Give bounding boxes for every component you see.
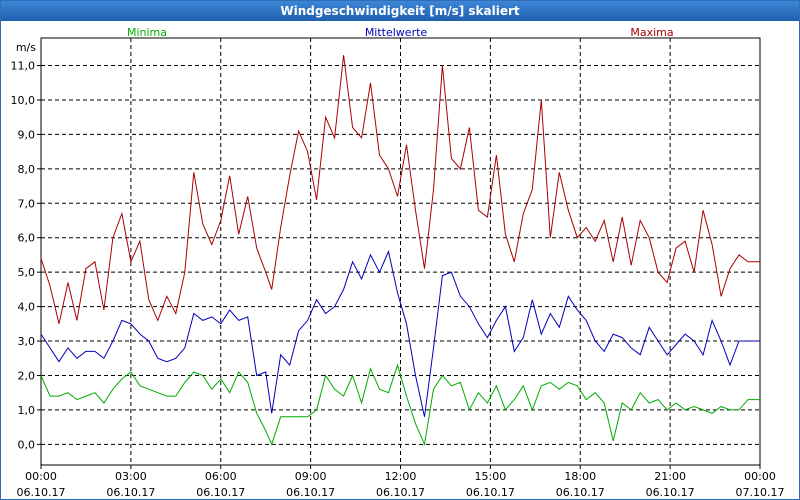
y-tick-label: 4,0 bbox=[18, 301, 36, 314]
y-tick-label: 6,0 bbox=[18, 232, 36, 245]
y-tick-label: 5,0 bbox=[18, 266, 36, 279]
x-tick-date: 06.10.17 bbox=[196, 486, 245, 499]
y-tick-label: 3,0 bbox=[18, 335, 36, 348]
legend-label-maxima: Maxima bbox=[630, 26, 673, 39]
x-tick-date: 06.10.17 bbox=[286, 486, 335, 499]
x-tick-time: 09:00 bbox=[295, 470, 327, 483]
y-tick-label: 0,0 bbox=[18, 438, 36, 451]
chart-window: Windgeschwindigkeit [m/s] skaliert 0,0 1,… bbox=[0, 0, 800, 500]
x-tick-date: 06.10.17 bbox=[556, 486, 605, 499]
y-tick-label: 10,0 bbox=[11, 94, 36, 107]
x-tick-time: 21:00 bbox=[654, 470, 686, 483]
x-tick-time: 06:00 bbox=[205, 470, 237, 483]
x-tick-time: 00:00 bbox=[25, 470, 57, 483]
x-tick-date: 06.10.17 bbox=[17, 486, 66, 499]
y-tick-label: 7,0 bbox=[18, 197, 36, 210]
x-tick-time: 12:00 bbox=[385, 470, 417, 483]
legend-label-mittelwerte: Mittelwerte bbox=[365, 26, 428, 39]
y-tick-label: 8,0 bbox=[18, 163, 36, 176]
legend-label-minima: Minima bbox=[127, 26, 167, 39]
y-axis-label: m/s bbox=[16, 41, 36, 54]
legend: Minima Mittelwerte Maxima bbox=[127, 26, 674, 39]
x-tick-date: 07.10.17 bbox=[736, 486, 785, 499]
y-tick-label: 1,0 bbox=[18, 404, 36, 417]
y-tick-label: 9,0 bbox=[18, 128, 36, 141]
x-tick-time: 00:00 bbox=[744, 470, 776, 483]
x-tick-date: 06.10.17 bbox=[106, 486, 155, 499]
x-tick-date: 06.10.17 bbox=[646, 486, 695, 499]
y-tick-label: 11,0 bbox=[11, 60, 36, 73]
grid-lines bbox=[37, 37, 761, 469]
x-tick-time: 03:00 bbox=[115, 470, 147, 483]
axis-labels: 0,0 1,0 2,0 3,0 4,0 5,0 6,0 7,0 8,0 9,0 10,0 11,0 m/… bbox=[11, 41, 785, 499]
x-tick-time: 18:00 bbox=[564, 470, 596, 483]
x-tick-time: 15:00 bbox=[475, 470, 507, 483]
window-title: Windgeschwindigkeit [m/s] skaliert bbox=[1, 1, 799, 21]
x-tick-date: 06.10.17 bbox=[376, 486, 425, 499]
wind-speed-chart: 0,0 1,0 2,0 3,0 4,0 5,0 6,0 7,0 8,0 9,0 10,0 11,0 m/… bbox=[11, 26, 785, 499]
y-tick-label: 2,0 bbox=[18, 369, 36, 382]
x-tick-date: 06.10.17 bbox=[466, 486, 515, 499]
